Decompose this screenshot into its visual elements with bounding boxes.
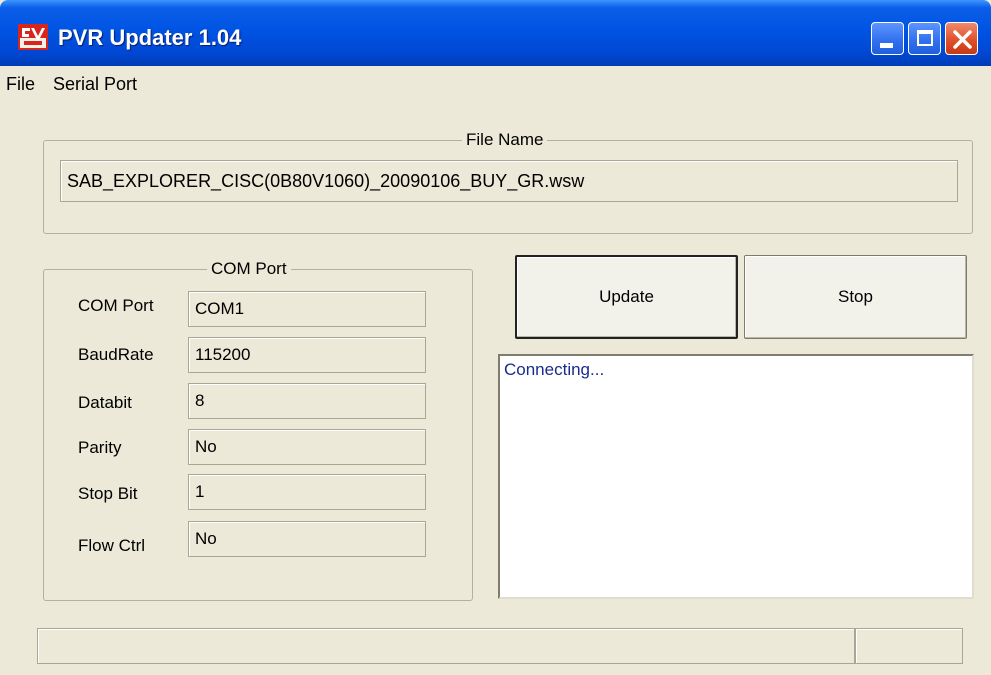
log-output[interactable]: Connecting...	[498, 354, 974, 599]
com-port-field[interactable]: COM1	[188, 291, 426, 327]
minimize-icon	[880, 43, 893, 48]
com-port-label: COM Port	[78, 296, 154, 315]
maximize-icon	[917, 30, 933, 46]
baudrate-field[interactable]: 115200	[188, 337, 426, 373]
close-button[interactable]	[945, 22, 978, 55]
parity-field[interactable]: No	[188, 429, 426, 465]
window-title: PVR Updater 1.04	[58, 25, 242, 50]
title-bar[interactable]: PVR Updater 1.04	[0, 0, 991, 66]
flow-ctrl-field[interactable]: No	[188, 521, 426, 557]
flow-ctrl-label: Flow Ctrl	[78, 536, 146, 555]
app-icon	[18, 24, 48, 50]
maximize-button[interactable]	[908, 22, 941, 55]
parity-label: Parity	[78, 438, 122, 457]
menu-file[interactable]: File	[6, 74, 35, 95]
com-port-caption: COM Port	[207, 259, 291, 279]
baudrate-label: BaudRate	[78, 345, 154, 364]
menu-bar: File Serial Port	[0, 66, 991, 100]
databit-field[interactable]: 8	[188, 383, 426, 419]
minimize-button[interactable]	[871, 22, 904, 55]
stop-button[interactable]: Stop	[744, 255, 967, 339]
status-bar-main	[37, 628, 855, 664]
close-icon	[953, 30, 972, 49]
file-name-field[interactable]: SAB_EXPLORER_CISC(0B80V1060)_20090106_BU…	[60, 160, 958, 202]
menu-serial-port[interactable]: Serial Port	[53, 74, 137, 95]
update-button[interactable]: Update	[515, 255, 738, 339]
file-name-caption: File Name	[462, 130, 548, 150]
stop-bit-label: Stop Bit	[78, 484, 138, 503]
databit-label: Databit	[78, 393, 132, 412]
status-bar-aux	[855, 628, 963, 664]
log-line: Connecting...	[504, 360, 605, 379]
stop-bit-field[interactable]: 1	[188, 474, 426, 510]
